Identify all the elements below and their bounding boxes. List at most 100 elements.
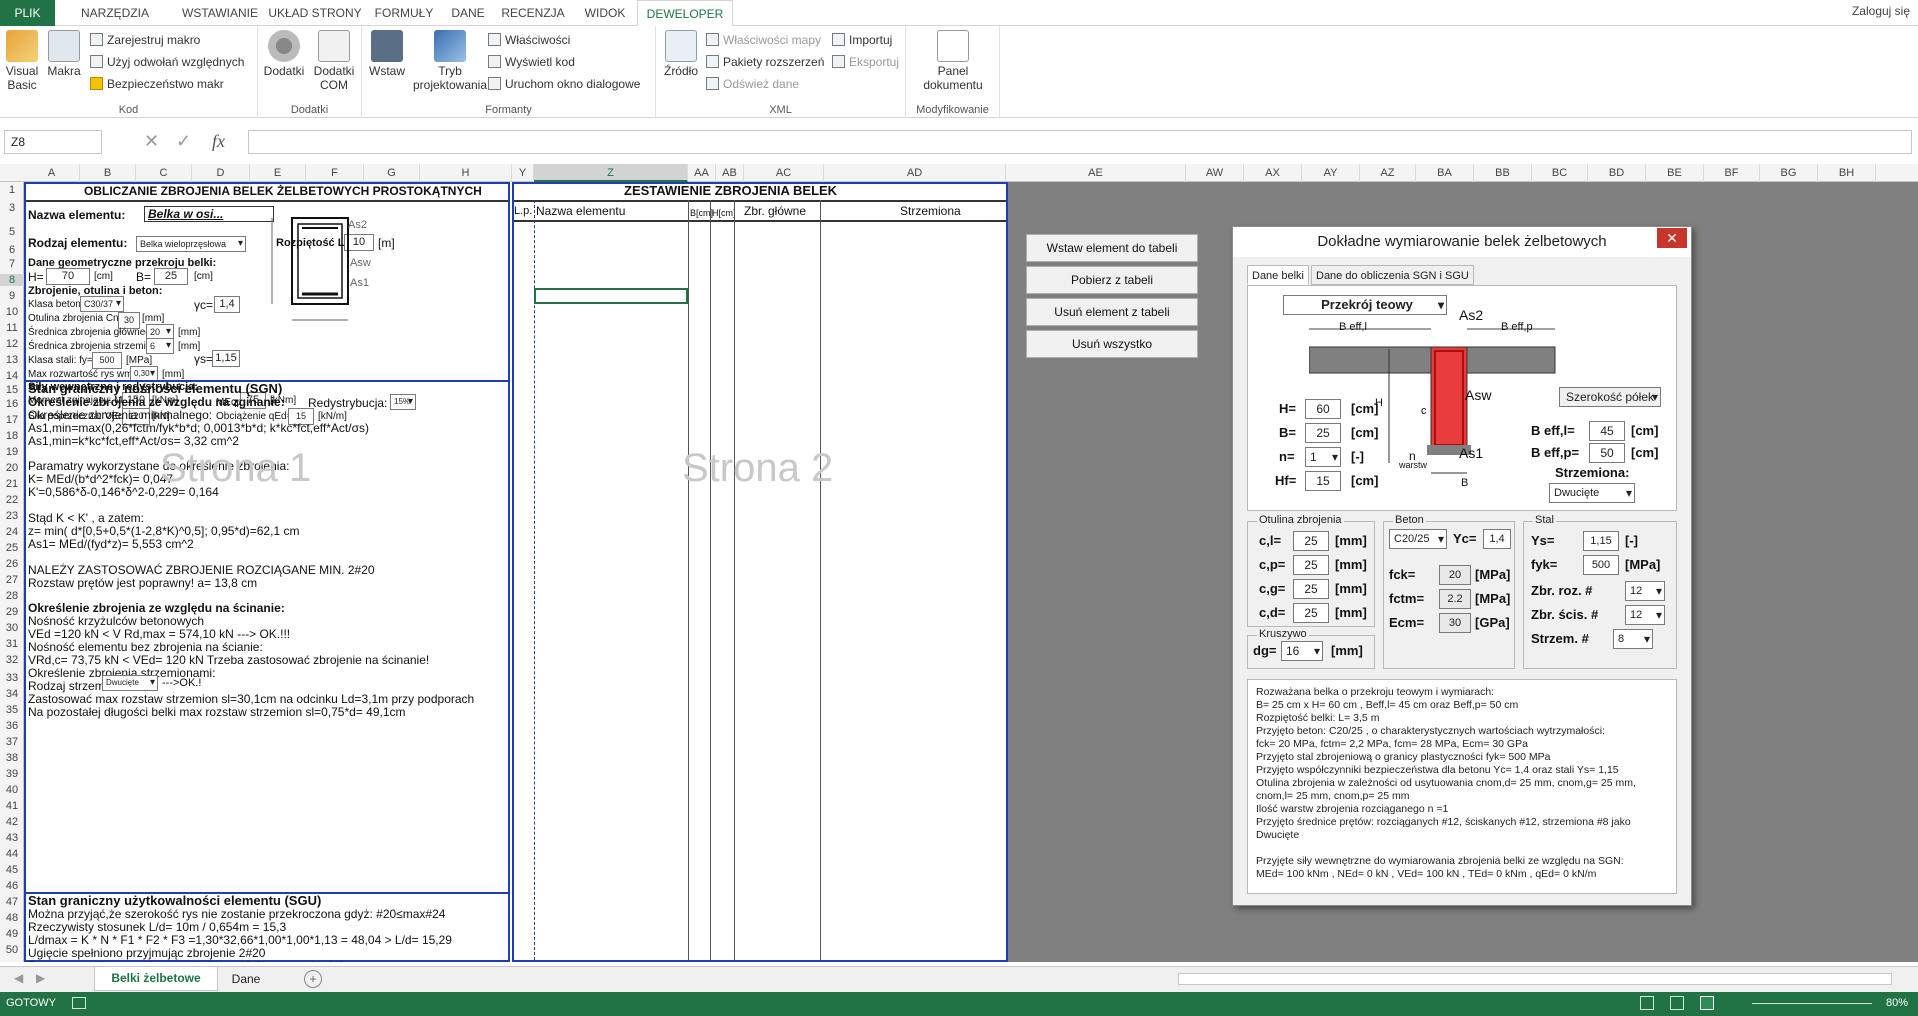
beffp-input[interactable]: 50 <box>1589 443 1625 463</box>
confirm-icon[interactable]: ✓ <box>176 131 191 152</box>
close-icon[interactable]: ✕ <box>1657 228 1687 248</box>
row-header[interactable]: 18 <box>0 430 24 442</box>
row-header[interactable]: 46 <box>0 880 24 892</box>
import-button[interactable]: Importuj <box>832 30 892 50</box>
redystrybucja-dropdown[interactable]: 15% <box>390 394 416 410</box>
row-header[interactable]: 38 <box>0 752 24 764</box>
formula-input[interactable] <box>248 130 1912 154</box>
col-header[interactable]: F <box>306 164 364 182</box>
refresh-data-button[interactable]: Odśwież dane <box>706 74 799 94</box>
add-sheet-icon[interactable]: + <box>304 970 322 988</box>
name-box[interactable]: Z8 <box>4 130 102 154</box>
row-header[interactable]: 42 <box>0 816 24 828</box>
macro-record-icon[interactable] <box>72 997 86 1009</box>
cl-input[interactable]: 25 <box>1293 531 1329 551</box>
export-button[interactable]: Eksportuj <box>832 52 899 72</box>
row-header[interactable]: 23 <box>0 510 24 522</box>
tab-sgn-sgu-data[interactable]: Dane do obliczenia SGN i SGU <box>1311 265 1474 285</box>
tab-data[interactable]: DANE <box>443 0 493 26</box>
col-header[interactable]: AW <box>1186 164 1244 182</box>
row-header[interactable]: 16 <box>0 398 24 410</box>
row-header[interactable]: 10 <box>0 306 24 318</box>
col-header[interactable]: AY <box>1302 164 1360 182</box>
cd-input[interactable]: 25 <box>1293 603 1329 623</box>
col-header[interactable]: G <box>364 164 420 182</box>
remove-all-button[interactable]: Usuń wszystko <box>1026 330 1198 358</box>
cg-input[interactable]: 25 <box>1293 579 1329 599</box>
col-header[interactable]: AC <box>744 164 824 182</box>
row-header[interactable]: 33 <box>0 672 24 684</box>
row-header[interactable]: 32 <box>0 654 24 666</box>
col-header[interactable]: BD <box>1588 164 1646 182</box>
col-header[interactable]: AZ <box>1360 164 1416 182</box>
tab-insert[interactable]: WSTAWIANIE <box>175 0 265 26</box>
beffl-input[interactable]: 45 <box>1589 421 1625 441</box>
col-header[interactable]: D <box>192 164 250 182</box>
tab-home[interactable]: NARZĘDZIA GŁÓWNE <box>55 0 175 46</box>
scroll-right-icon[interactable]: ▶ <box>36 971 45 985</box>
insert-control-button[interactable]: Wstaw <box>366 30 408 78</box>
visual-basic-button[interactable]: Visual Basic <box>2 30 42 92</box>
yc-input[interactable]: 1,4 <box>1483 529 1511 549</box>
row-header[interactable]: 9 <box>0 290 24 302</box>
row-header[interactable]: 48 <box>0 912 24 924</box>
com-addins-button[interactable]: Dodatki COM <box>310 30 358 92</box>
row-header[interactable]: 17 <box>0 414 24 426</box>
row-header[interactable]: 43 <box>0 832 24 844</box>
col-header[interactable]: B <box>80 164 136 182</box>
row-header[interactable]: 21 <box>0 478 24 490</box>
row-header[interactable]: 11 <box>0 322 24 334</box>
col-header[interactable]: AA <box>688 164 716 182</box>
row-header[interactable]: 12 <box>0 338 24 350</box>
zbr-roz-dropdown[interactable]: 12 <box>1625 581 1665 601</box>
col-header[interactable]: A <box>24 164 80 182</box>
tab-page-layout[interactable]: UKŁAD STRONY <box>265 0 365 26</box>
dg-dropdown[interactable]: 16 <box>1281 641 1323 661</box>
tab-developer[interactable]: DEWELOPER <box>637 0 733 27</box>
b-input[interactable]: 25 <box>154 268 188 285</box>
normal-view-icon[interactable] <box>1640 996 1654 1010</box>
zoom-slider[interactable] <box>1752 1003 1872 1004</box>
sr-strzemion-dropdown[interactable]: 6 <box>146 338 174 354</box>
col-header[interactable]: BG <box>1760 164 1818 182</box>
row-header[interactable]: 41 <box>0 800 24 812</box>
insert-element-button[interactable]: Wstaw element do tabeli <box>1026 234 1198 262</box>
rodzaj-dropdown[interactable]: Belka wieloprzęsłowa <box>136 236 246 252</box>
addins-button[interactable]: Dodatki <box>262 30 306 78</box>
row-header[interactable]: 30 <box>0 622 24 634</box>
dlg-b-input[interactable]: 25 <box>1305 423 1341 443</box>
sheet-tab-dane[interactable]: Dane <box>222 967 270 991</box>
map-properties-button[interactable]: Właściwości mapy <box>706 30 821 50</box>
row-header[interactable]: 29 <box>0 606 24 618</box>
view-code-button[interactable]: Wyświetl kod <box>488 52 575 72</box>
row-header[interactable]: 36 <box>0 720 24 732</box>
gamma-s-input[interactable]: 1,15 <box>212 350 240 367</box>
row-header[interactable]: 28 <box>0 590 24 602</box>
dlg-h-input[interactable]: 60 <box>1305 399 1341 419</box>
row-header[interactable]: 49 <box>0 928 24 940</box>
tab-review[interactable]: RECENZJA <box>493 0 573 26</box>
row-header[interactable]: 3 <box>0 202 24 214</box>
row-header[interactable]: 45 <box>0 864 24 876</box>
strzemion-dropdown[interactable]: Dwucięte <box>102 675 158 691</box>
col-header-selected[interactable]: Z <box>534 164 688 182</box>
col-header[interactable]: BC <box>1532 164 1588 182</box>
row-header[interactable]: 5 <box>0 226 24 238</box>
row-header[interactable]: 20 <box>0 462 24 474</box>
col-header[interactable]: AE <box>1006 164 1186 182</box>
page-layout-icon[interactable] <box>1670 996 1684 1010</box>
col-header[interactable]: BF <box>1704 164 1760 182</box>
row-header[interactable]: 13 <box>0 354 24 366</box>
tab-file[interactable]: PLIK <box>0 0 55 26</box>
col-header[interactable]: AD <box>824 164 1006 182</box>
horizontal-scrollbar[interactable] <box>1178 973 1892 985</box>
row-header[interactable]: 24 <box>0 526 24 538</box>
stirrups-dropdown[interactable]: Dwucięte <box>1549 483 1635 503</box>
page-break-icon[interactable] <box>1700 996 1714 1010</box>
col-header[interactable]: AX <box>1244 164 1302 182</box>
source-button[interactable]: Źródło <box>660 30 702 78</box>
row-header[interactable]: 25 <box>0 542 24 554</box>
expansion-packs-button[interactable]: Pakiety rozszerzeń <box>706 52 824 72</box>
properties-button[interactable]: Właściwości <box>488 30 570 50</box>
run-dialog-button[interactable]: Uruchom okno dialogowe <box>488 74 640 94</box>
